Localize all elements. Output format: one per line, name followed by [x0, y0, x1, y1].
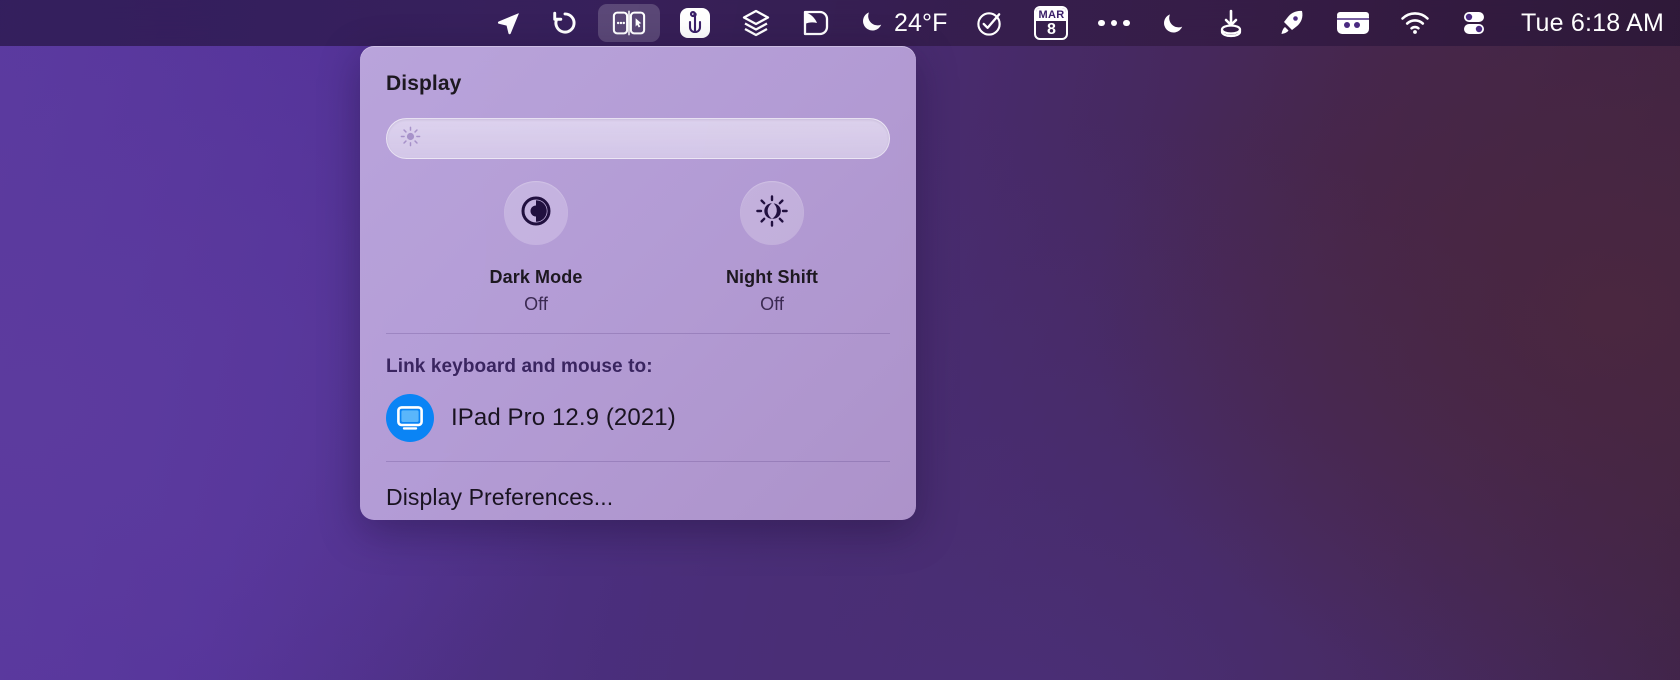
panel-title: Display — [386, 72, 462, 95]
toggles-glyph — [1460, 9, 1488, 37]
universal-control-glyph — [612, 8, 646, 38]
downloads-icon[interactable] — [1201, 0, 1261, 46]
dark-mode-toggle[interactable]: Dark Mode Off — [418, 181, 654, 315]
calendar-day: 8 — [1047, 20, 1056, 38]
checkmark-circle-icon[interactable] — [960, 0, 1019, 46]
shape-tool-icon[interactable] — [786, 0, 846, 46]
desktop-wallpaper: 24°F MAR 8 Tue 6:18 AM Display Dark Mode… — [0, 0, 1680, 680]
rocket-launcher-icon[interactable] — [1261, 0, 1321, 46]
time-machine-icon[interactable] — [536, 0, 594, 46]
folded-shape-glyph — [801, 8, 831, 38]
download-tray-glyph — [1216, 8, 1246, 38]
contrast-circle-icon — [519, 194, 553, 233]
layers-icon[interactable] — [726, 0, 786, 46]
menu-bar-clock[interactable]: Tue 6:18 AM — [1503, 9, 1664, 38]
dark-mode-state: Off — [524, 294, 548, 314]
sun-icon — [400, 126, 421, 152]
linked-device-name: IPad Pro 12.9 (2021) — [451, 404, 676, 431]
night-shift-button[interactable] — [740, 181, 804, 245]
sun-moon-icon — [755, 194, 789, 233]
divider-bottom — [386, 461, 890, 462]
display-control-panel: Display Dark Mode Off Night Shift Off Li… — [360, 46, 916, 520]
weather-temperature: 24°F — [893, 8, 948, 37]
divider-top — [386, 333, 890, 334]
location-arrow-glyph — [495, 10, 521, 36]
brightness-slider[interactable] — [386, 118, 890, 159]
weather-status-item[interactable]: 24°F — [846, 8, 960, 39]
link-section-title: Link keyboard and mouse to: — [386, 356, 653, 377]
ipad-display-icon — [386, 394, 434, 442]
night-shift-state: Off — [760, 294, 784, 314]
moon-icon — [859, 8, 885, 39]
wifi-icon[interactable] — [1385, 0, 1445, 46]
calendar-icon[interactable]: MAR 8 — [1019, 0, 1083, 46]
layers-glyph — [741, 8, 771, 38]
display-toggles: Dark Mode Off Night Shift Off — [386, 181, 890, 315]
menu-bar: 24°F MAR 8 Tue 6:18 AM — [0, 0, 1680, 46]
calendar-month: MAR — [1036, 8, 1067, 21]
counterclockwise-arrow-glyph — [551, 9, 579, 37]
linked-device-row[interactable]: IPad Pro 12.9 (2021) — [386, 394, 890, 442]
dark-mode-button[interactable] — [504, 181, 568, 245]
moon-glyph — [1160, 10, 1186, 36]
calendar-glyph: MAR 8 — [1034, 6, 1069, 40]
rocket-glyph — [1276, 8, 1306, 38]
menu-bar-status-items: 24°F MAR 8 Tue 6:18 AM — [480, 0, 1664, 46]
wallet-icon[interactable] — [1321, 0, 1385, 46]
universal-control-icon[interactable] — [597, 4, 660, 42]
check-circle-glyph — [975, 9, 1004, 38]
wifi-glyph — [1400, 11, 1430, 35]
do-not-disturb-icon[interactable] — [1145, 0, 1201, 46]
trident-app-icon[interactable] — [664, 0, 726, 46]
location-arrow-icon[interactable] — [480, 0, 536, 46]
wallet-glyph — [1336, 10, 1370, 36]
ellipsis-glyph — [1098, 19, 1130, 27]
control-center-icon[interactable] — [1445, 0, 1503, 46]
dark-mode-label: Dark Mode — [489, 267, 583, 287]
display-preferences-link[interactable]: Display Preferences... — [386, 484, 890, 511]
trident-glyph — [679, 7, 711, 39]
night-shift-label: Night Shift — [725, 267, 819, 287]
more-options-icon[interactable] — [1083, 0, 1145, 46]
night-shift-toggle[interactable]: Night Shift Off — [654, 181, 890, 315]
